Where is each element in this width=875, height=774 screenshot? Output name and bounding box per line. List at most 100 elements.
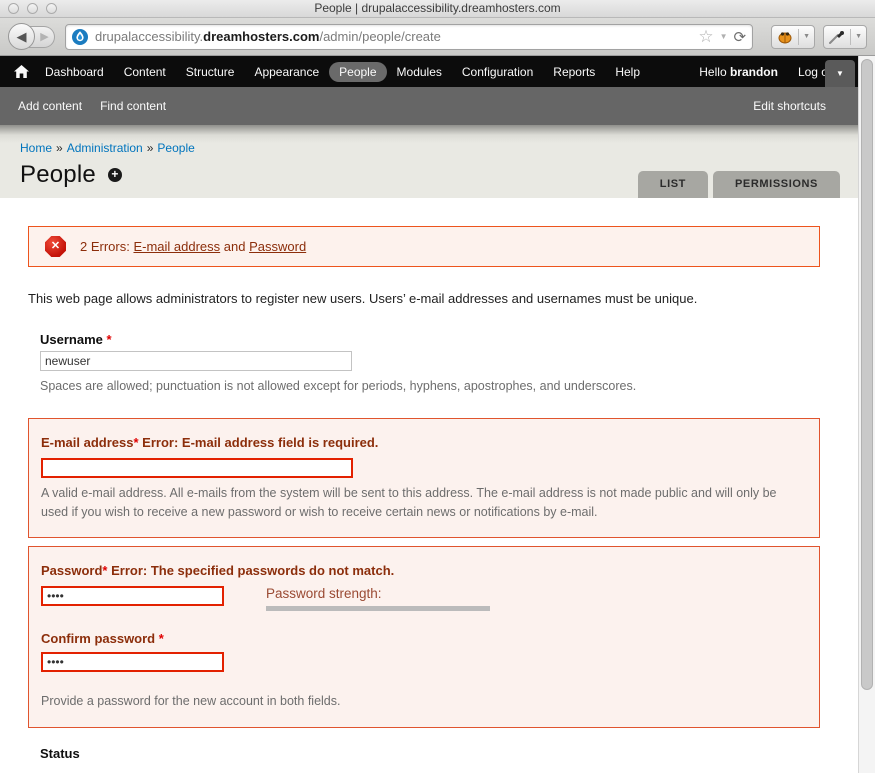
password-strength-label: Password strength: (266, 586, 382, 602)
divider (850, 28, 852, 45)
firebug-dropdown-icon[interactable]: ▼ (803, 33, 810, 40)
edit-shortcuts-link[interactable]: Edit shortcuts (753, 99, 826, 113)
toolbar-item-content[interactable]: Content (114, 62, 176, 82)
tab-list[interactable]: LIST (637, 171, 708, 198)
eyedropper-dropdown-icon[interactable]: ▼ (855, 33, 862, 40)
error-joiner-text: and (220, 239, 250, 254)
email-label-text: E-mail address (41, 434, 134, 450)
error-summary-message: ✕ 2 Errors: E-mail address and Password (28, 226, 820, 267)
password-error-text: Error: The specified passwords do not ma… (107, 563, 395, 579)
confirm-password-input[interactable] (41, 652, 224, 673)
breadcrumb-people[interactable]: People (157, 141, 194, 155)
error-link-password[interactable]: Password (249, 239, 306, 254)
window-zoom-button[interactable] (46, 3, 57, 14)
page-header: Home» Administration» People People + LIST… (0, 125, 858, 198)
window-minimize-button[interactable] (27, 3, 38, 14)
password-field-group: Password * Error: The specified passwords… (28, 546, 820, 728)
username-label-text: Username (40, 332, 107, 347)
firebug-addon-button[interactable]: ▼ (771, 24, 816, 49)
breadcrumb-home[interactable]: Home (20, 141, 52, 155)
page-title: People (20, 161, 96, 188)
toolbar-item-structure[interactable]: Structure (176, 62, 245, 82)
toolbar-item-help[interactable]: Help (605, 62, 650, 82)
divider (798, 28, 800, 45)
refresh-icon[interactable]: ⟳ (734, 28, 747, 46)
intro-text: This web page allows administrators to r… (28, 291, 698, 306)
error-link-email[interactable]: E-mail address (133, 239, 220, 254)
url-dropdown-icon[interactable]: ▼ (720, 32, 728, 41)
email-label: E-mail address* Error: E-mail address fi… (41, 435, 378, 450)
username-field-group: Username * Spaces are allowed; punctuati… (40, 332, 820, 396)
url-path: /admin/people/create (319, 29, 441, 44)
toolbar-item-configuration[interactable]: Configuration (452, 62, 543, 82)
toolbar-toggle-button[interactable]: ▼ (825, 60, 855, 87)
eyedropper-icon (829, 30, 845, 44)
primary-tabs: LIST PERMISSIONS (637, 171, 840, 198)
back-button[interactable]: ◀ (8, 23, 35, 50)
back-icon: ◀ (16, 28, 27, 44)
toolbar-item-appearance[interactable]: Appearance (244, 62, 329, 82)
password-strength-bar (266, 606, 490, 612)
status-field-group: Status Blocked Active (40, 746, 820, 773)
toolbar-item-people[interactable]: People (329, 61, 387, 82)
email-field-group: E-mail address* Error: E-mail address fi… (28, 417, 820, 539)
email-description: A valid e-mail address. All e-mails from… (41, 485, 777, 519)
password-label: Password* Error: The specified passwords… (41, 563, 394, 578)
confirm-password-label-text: Confirm password (41, 631, 159, 647)
password-strength-widget: Password strength: (266, 586, 490, 612)
password-description: Provide a password for the new account i… (41, 694, 341, 709)
eyedropper-addon-button[interactable]: ▼ (823, 24, 867, 49)
contextual-add-icon[interactable]: + (107, 168, 122, 182)
password-label-text: Password (41, 563, 103, 579)
username-label: Username * (40, 332, 820, 347)
greeting-prefix: Hello (699, 64, 730, 79)
firebug-icon (778, 31, 792, 43)
username-description: Spaces are allowed; punctuation is not a… (40, 379, 637, 393)
username-input[interactable] (40, 351, 352, 371)
email-input[interactable] (41, 457, 353, 478)
email-error-text: Error: E-mail address field is required. (138, 434, 379, 450)
page-scrollbar[interactable] (858, 56, 875, 773)
password-input[interactable] (41, 586, 224, 607)
window-close-button[interactable] (8, 3, 19, 14)
toolbar-caret-icon: ▼ (836, 69, 844, 78)
breadcrumb-separator: » (146, 141, 154, 155)
browser-navbar: ◀ ▶ drupalaccessibility.dreamhosters.com… (0, 18, 875, 56)
history-buttons: ◀ ▶ (8, 23, 55, 50)
shortcut-add-content[interactable]: Add content (18, 99, 82, 113)
urlbar-icons: ☆ ▼ ⟳ (698, 28, 746, 46)
drupal-favicon-icon (72, 28, 88, 45)
shortcut-bar: Add content Find content Edit shortcuts (0, 87, 858, 125)
breadcrumb: Home» Administration» People (20, 141, 858, 155)
error-count-text: 2 Errors: (80, 239, 134, 254)
scrollbar-thumb[interactable] (861, 59, 873, 690)
bookmark-star-icon[interactable]: ☆ (698, 28, 713, 45)
toolbar-item-modules[interactable]: Modules (387, 62, 452, 82)
user-greeting: Hello brandon (689, 65, 788, 79)
url-text[interactable]: drupalaccessibility.dreamhosters.com/adm… (95, 29, 698, 44)
required-asterisk: * (158, 631, 164, 647)
forward-icon: ▶ (40, 31, 49, 43)
confirm-password-group: Confirm password * (41, 631, 805, 673)
browser-titlebar: People | drupalaccessibility.dreamhoster… (0, 0, 875, 18)
main-content: ✕ 2 Errors: E-mail address and Password … (0, 226, 858, 773)
toolbar-item-reports[interactable]: Reports (543, 62, 605, 82)
error-summary-text: 2 Errors: E-mail address and Password (80, 239, 306, 254)
toolbar-item-dashboard[interactable]: Dashboard (35, 62, 114, 82)
window-title: People | drupalaccessibility.dreamhoster… (314, 1, 561, 15)
breadcrumb-administration[interactable]: Administration (67, 141, 143, 155)
window-controls[interactable] (8, 3, 57, 14)
admin-toolbar: Dashboard Content Structure Appearance P… (0, 56, 858, 87)
url-subdomain: drupalaccessibility. (95, 29, 204, 44)
breadcrumb-separator: » (56, 141, 63, 155)
status-label: Status (40, 746, 80, 761)
shortcut-find-content[interactable]: Find content (100, 99, 166, 113)
home-icon[interactable] (14, 65, 29, 78)
error-icon: ✕ (45, 236, 66, 257)
browser-viewport: Dashboard Content Structure Appearance P… (0, 56, 875, 773)
required-asterisk: * (106, 332, 112, 347)
url-domain: dreamhosters.com (203, 29, 320, 44)
tab-permissions[interactable]: PERMISSIONS (712, 171, 840, 198)
url-bar[interactable]: drupalaccessibility.dreamhosters.com/adm… (65, 23, 754, 50)
greeting-username: brandon (729, 64, 778, 79)
